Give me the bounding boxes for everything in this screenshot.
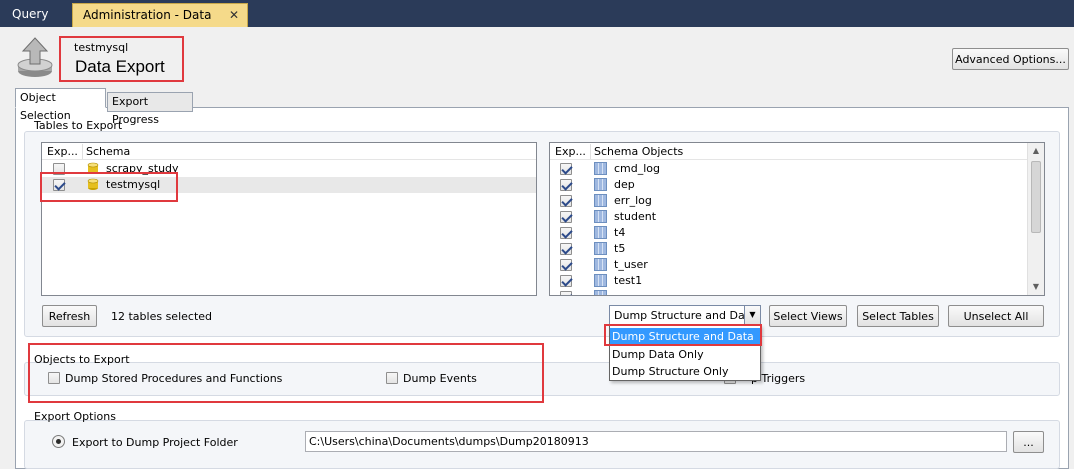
object-checkbox[interactable]	[560, 211, 572, 223]
object-row[interactable]: t4	[550, 225, 1044, 241]
column-header-export[interactable]: Exp...	[555, 145, 586, 158]
object-name: t5	[614, 242, 626, 255]
tab-query-1[interactable]: Query 1	[2, 3, 66, 43]
database-icon	[87, 162, 99, 174]
dump-events-label[interactable]: Dump Events	[403, 372, 477, 385]
table-icon	[594, 274, 607, 287]
scroll-down-icon[interactable]: ▼	[1028, 279, 1044, 295]
object-checkbox[interactable]	[560, 195, 572, 207]
object-row[interactable]: t_user	[550, 257, 1044, 273]
advanced-options-button[interactable]: Advanced Options...	[952, 48, 1069, 70]
dump-mode-value: Dump Structure and Dat	[614, 309, 750, 322]
schema-checkbox[interactable]	[53, 163, 65, 175]
schema-checkbox[interactable]	[53, 179, 65, 191]
dropdown-option-data-only[interactable]: Dump Data Only	[610, 346, 760, 364]
objects-scrollbar[interactable]: ▲ ▼	[1027, 143, 1044, 295]
object-name: student	[614, 210, 657, 223]
objects-to-export-label: Objects to Export	[34, 353, 130, 366]
scroll-up-icon[interactable]: ▲	[1028, 143, 1044, 159]
refresh-button[interactable]: Refresh	[42, 305, 97, 327]
object-row[interactable]: dep	[550, 177, 1044, 193]
dump-procedures-checkbox[interactable]	[48, 372, 60, 384]
object-row[interactable]: t5	[550, 241, 1044, 257]
object-row[interactable]: err_log	[550, 193, 1044, 209]
object-checkbox[interactable]	[560, 243, 572, 255]
object-row[interactable]: cmd_log	[550, 161, 1044, 177]
dump-mode-dropdown[interactable]: Dump Structure and Data Dump Data Only D…	[609, 325, 761, 381]
dump-procedures-label[interactable]: Dump Stored Procedures and Functions	[65, 372, 282, 385]
table-icon	[594, 258, 607, 271]
object-row-partial[interactable]	[550, 289, 1044, 295]
browse-button[interactable]: ...	[1013, 431, 1044, 453]
tab-export-progress[interactable]: Export Progress	[107, 92, 193, 126]
export-options-label: Export Options	[34, 410, 116, 423]
object-name: t4	[614, 226, 626, 239]
select-views-button[interactable]: Select Views	[769, 305, 847, 327]
dropdown-option-structure-only[interactable]: Dump Structure Only	[610, 363, 760, 381]
object-name: t_user	[614, 258, 648, 271]
tab-object-selection[interactable]: Object Selection	[15, 88, 106, 122]
folder-path-value: C:\Users\china\Documents\dumps\Dump20180…	[309, 435, 589, 448]
close-icon[interactable]: ✕	[229, 4, 239, 26]
object-name: cmd_log	[614, 162, 661, 175]
table-icon	[594, 242, 607, 255]
object-checkbox[interactable]	[560, 259, 572, 271]
schema-list[interactable]: Exp... Schema scrapy_study testmysql	[41, 142, 537, 296]
dump-mode-select[interactable]: Dump Structure and Dat ▼	[609, 305, 761, 325]
schema-objects-list[interactable]: Exp... Schema Objects cmd_log dep err_lo…	[549, 142, 1045, 296]
schema-row-testmysql[interactable]: testmysql	[42, 177, 536, 193]
chevron-down-icon[interactable]: ▼	[744, 306, 760, 324]
object-checkbox[interactable]	[560, 179, 572, 191]
page-title: Data Export	[75, 57, 165, 76]
table-icon	[594, 162, 607, 175]
object-checkbox[interactable]	[560, 227, 572, 239]
database-icon	[87, 178, 99, 190]
export-to-folder-label[interactable]: Export to Dump Project Folder	[72, 436, 238, 449]
table-icon	[594, 290, 607, 295]
column-header-schema-objects[interactable]: Schema Objects	[594, 145, 683, 158]
select-tables-button[interactable]: Select Tables	[857, 305, 939, 327]
schema-name: testmysql	[74, 41, 129, 54]
object-row[interactable]: student	[550, 209, 1044, 225]
column-header-export[interactable]: Exp...	[47, 145, 78, 158]
object-name: err_log	[614, 194, 652, 207]
unselect-all-button[interactable]: Unselect All	[948, 305, 1044, 327]
upload-icon	[17, 37, 53, 77]
schema-name-text: testmysql	[106, 178, 161, 191]
table-icon	[594, 178, 607, 191]
object-row[interactable]: test1	[550, 273, 1044, 289]
column-header-schema[interactable]: Schema	[86, 145, 130, 158]
scroll-thumb[interactable]	[1031, 161, 1041, 233]
object-name: test1	[614, 274, 643, 287]
object-checkbox[interactable]	[560, 163, 572, 175]
schema-name-text: scrapy_study	[106, 162, 179, 175]
objects-list-header: Exp... Schema Objects	[550, 143, 1044, 160]
object-checkbox[interactable]	[560, 275, 572, 287]
tab-administration-data-export[interactable]: Administration - Data Export ✕	[72, 3, 248, 44]
schema-list-header: Exp... Schema	[42, 143, 536, 160]
schema-row-scrapy-study[interactable]: scrapy_study	[42, 161, 536, 177]
table-icon	[594, 210, 607, 223]
object-checkbox[interactable]	[560, 291, 572, 295]
dropdown-option-structure-and-data[interactable]: Dump Structure and Data	[610, 328, 760, 346]
folder-path-input[interactable]: C:\Users\china\Documents\dumps\Dump20180…	[305, 431, 1007, 452]
object-name: dep	[614, 178, 635, 191]
dump-events-checkbox[interactable]	[386, 372, 398, 384]
selected-count: 12 tables selected	[111, 310, 213, 323]
export-to-folder-radio[interactable]	[52, 435, 65, 448]
table-icon	[594, 194, 607, 207]
table-icon	[594, 226, 607, 239]
